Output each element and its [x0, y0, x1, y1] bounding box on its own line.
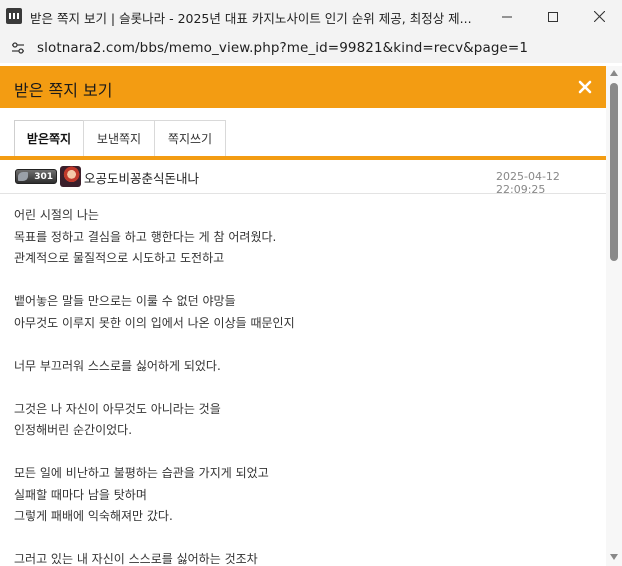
level-badge: 301 — [15, 169, 57, 184]
message-line: 너무 부끄러워 스스로를 싫어하게 되었다. — [14, 358, 221, 373]
memo-header: 받은 쪽지 보기 — [0, 66, 606, 108]
message-line: 목표를 정하고 결심을 하고 행한다는 게 참 어려웠다. — [14, 229, 277, 244]
message-line: 인정해버린 순간이었다. — [14, 423, 133, 437]
url-text[interactable]: slotnara2.com/bbs/memo_view.php?me_id=99… — [37, 40, 528, 56]
sender-info: 301 오공도비꽁춘식돈내나 2025-04-12 22:09:25 — [0, 160, 606, 196]
message-line: 그렇게 패배에 익숙해져만 갔다. — [14, 509, 173, 523]
message-line — [14, 334, 594, 356]
message-line — [14, 270, 594, 292]
window-title: 받은 쪽지 보기 | 슬롯나라 - 2025년 대표 카지노사이트 인기 순위 … — [30, 11, 472, 26]
minimize-button[interactable] — [484, 0, 530, 33]
page-title: 받은 쪽지 보기 — [14, 81, 113, 100]
message-line: 아무것도 이루지 못한 이의 입에서 나온 이상들 때문인지 — [14, 315, 295, 330]
level-number: 301 — [34, 171, 53, 182]
memo-tabs: 받은쪽지 보낸쪽지 쪽지쓰기 — [14, 120, 226, 156]
message-line: 관계적으로 물질적으로 시도하고 도전하고 — [14, 251, 225, 265]
avatar[interactable] — [60, 166, 81, 187]
sender-name[interactable]: 오공도비꽁춘식돈내나 — [84, 168, 199, 187]
maximize-icon — [548, 11, 558, 22]
message-line: 뱉어놓은 말들 만으로는 이룰 수 없던 야망들 — [14, 294, 236, 308]
close-icon — [593, 11, 605, 22]
address-bar[interactable]: slotnara2.com/bbs/memo_view.php?me_id=99… — [0, 33, 622, 63]
sent-date: 2025-04-12 22:09:25 — [496, 170, 560, 196]
window-titlebar: 받은 쪽지 보기 | 슬롯나라 - 2025년 대표 카지노사이트 인기 순위 … — [0, 0, 622, 33]
tab-sent[interactable]: 보낸쪽지 — [83, 120, 155, 156]
window-close-button[interactable] — [576, 0, 622, 33]
scroll-thumb[interactable] — [610, 83, 618, 261]
tab-write[interactable]: 쪽지쓰기 — [154, 120, 226, 156]
maximize-button[interactable] — [530, 0, 576, 33]
minimize-icon — [502, 16, 512, 17]
scroll-down-icon[interactable] — [610, 554, 618, 560]
message-line: 모든 일에 비난하고 불평하는 습관을 가지게 되었고 — [14, 466, 269, 480]
message-line: 그것은 나 자신이 아무것도 아니라는 것을 — [14, 401, 221, 416]
message-line: 실패할 때마다 남을 탓하며 — [14, 487, 147, 502]
message-line — [14, 442, 594, 464]
message-line: 어린 시절의 나는 — [14, 208, 99, 222]
tab-received[interactable]: 받은쪽지 — [14, 120, 84, 156]
tune-icon[interactable] — [10, 40, 26, 60]
message-line — [14, 377, 594, 399]
scroll-up-icon[interactable] — [610, 70, 618, 76]
scrollbar[interactable] — [606, 66, 622, 566]
message-line — [14, 528, 594, 550]
message-body: 어린 시절의 나는 목표를 정하고 결심을 하고 행한다는 게 참 어려웠다. … — [14, 205, 594, 566]
close-icon — [578, 80, 592, 94]
window-app-icon — [6, 8, 22, 24]
wing-icon — [18, 172, 28, 181]
message-line: 그러고 있는 내 자신이 스스로를 싫어하는 것조차 — [14, 552, 258, 566]
memo-close-button[interactable] — [577, 79, 593, 95]
